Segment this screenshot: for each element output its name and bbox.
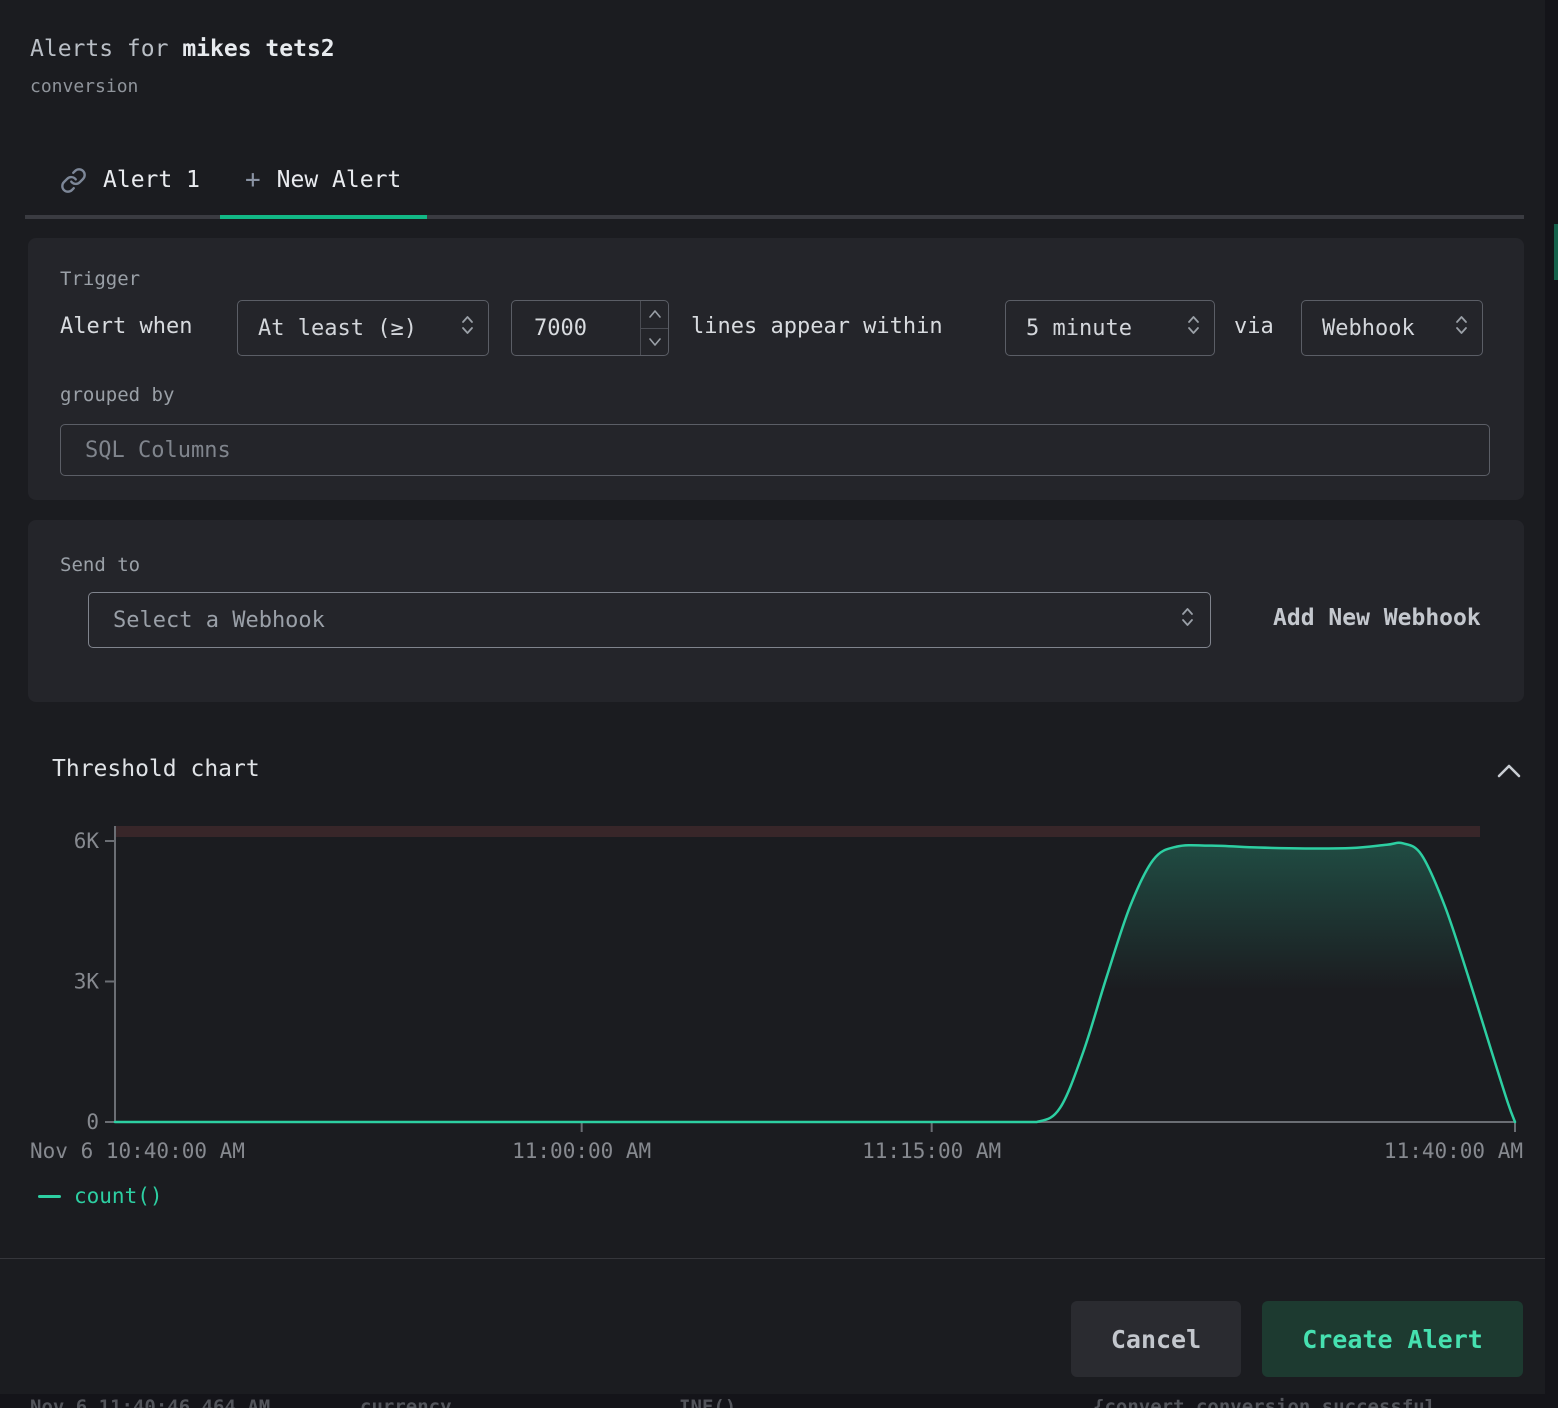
collapse-chart-button[interactable] [1492, 756, 1526, 786]
time-window-select[interactable]: 5 minute [1005, 300, 1215, 356]
webhook-select[interactable]: Select a Webhook [88, 592, 1211, 648]
trigger-section-label: Trigger [60, 268, 140, 290]
modal-title-prefix: Alerts for [30, 36, 182, 62]
send-to-panel: Send to Select a Webhook Add New Webhook [28, 520, 1524, 702]
background-log-row: Nov 6 11:40:46.464 AM currency INF() {co… [0, 1394, 1558, 1408]
background-log-level: INF() [679, 1396, 736, 1408]
modal-title: Alerts for mikes tets2 [30, 36, 335, 62]
series-area [115, 843, 1515, 1122]
x-tick-label: Nov 6 10:40:00 AM [30, 1139, 245, 1163]
chevron-up-down-icon [1181, 606, 1194, 634]
group-by-placeholder: SQL Columns [85, 438, 231, 463]
create-alert-modal: Alerts for mikes tets2 conversion Alert … [0, 0, 1545, 1394]
legend-series-dash [38, 1195, 61, 1198]
time-window-value: 5 minute [1026, 316, 1132, 341]
footer-divider [0, 1258, 1545, 1259]
send-to-label: Send to [60, 554, 140, 576]
threshold-band [115, 826, 1480, 837]
chevron-up-down-icon [1455, 314, 1468, 342]
y-tick-label: 0 [86, 1110, 99, 1134]
modal-title-source-name: mikes tets2 [182, 36, 334, 62]
threshold-value[interactable]: 7000 [512, 301, 640, 355]
webhook-select-placeholder: Select a Webhook [113, 608, 325, 633]
x-tick-label: 11:00:00 AM [512, 1139, 651, 1163]
background-log-timestamp: Nov 6 11:40:46.464 AM [30, 1396, 270, 1408]
threshold-chart: 0 3K 6K Nov 6 10:40:00 AM 11:00:00 AM 11:15:0… [0, 800, 1545, 1180]
number-stepper [640, 301, 668, 355]
y-tick-label: 3K [74, 970, 100, 994]
grouped-by-label: grouped by [60, 384, 174, 406]
background-page-edge [1545, 0, 1558, 1408]
via-label: via [1234, 314, 1274, 339]
stepper-up-button[interactable] [641, 301, 668, 329]
tab-new-alert[interactable]: + New Alert [245, 160, 401, 200]
lines-appear-within-label: lines appear within [691, 314, 943, 339]
add-new-webhook-button[interactable]: Add New Webhook [1273, 605, 1481, 631]
stepper-down-button[interactable] [641, 329, 668, 356]
channel-value: Webhook [1322, 316, 1415, 341]
background-log-message: {convert conversion successful [1093, 1396, 1436, 1408]
tab-alert-1[interactable]: Alert 1 [60, 160, 200, 200]
link-icon [60, 167, 87, 194]
tab-alert-1-label: Alert 1 [103, 167, 200, 193]
x-tick-label: 11:40:00 AM [1384, 1139, 1523, 1163]
chevron-up-down-icon [1187, 314, 1200, 342]
chart-legend: count() [38, 1184, 163, 1208]
legend-series-label: count() [74, 1184, 163, 1208]
x-tick-label: 11:15:00 AM [862, 1139, 1001, 1163]
plus-icon: + [245, 167, 261, 193]
threshold-type-value: At least (≥) [258, 316, 417, 341]
threshold-value-input[interactable]: 7000 [511, 300, 669, 356]
chevron-up-down-icon [461, 314, 474, 342]
group-by-input[interactable]: SQL Columns [60, 424, 1490, 476]
active-tab-indicator [220, 215, 427, 219]
tab-new-alert-label: New Alert [277, 167, 402, 193]
threshold-type-select[interactable]: At least (≥) [237, 300, 489, 356]
background-green-element [1554, 224, 1558, 280]
modal-subtitle: conversion [30, 76, 138, 97]
chevron-up-icon [1496, 763, 1522, 779]
screen: Alerts for mikes tets2 conversion Alert … [0, 0, 1558, 1408]
alert-when-label: Alert when [60, 314, 192, 339]
background-log-column: currency [360, 1396, 452, 1408]
create-alert-button[interactable]: Create Alert [1262, 1301, 1523, 1377]
threshold-chart-title: Threshold chart [52, 756, 260, 782]
trigger-panel: Trigger Alert when At least (≥) 7000 [28, 238, 1524, 500]
cancel-button[interactable]: Cancel [1071, 1301, 1241, 1377]
channel-select[interactable]: Webhook [1301, 300, 1483, 356]
y-tick-label: 6K [74, 829, 100, 853]
